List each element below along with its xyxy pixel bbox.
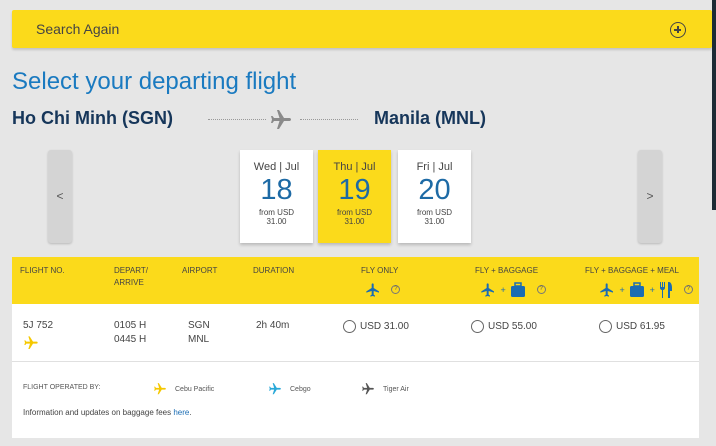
flight-table-footer: FLIGHT OPERATED BY: Cebu Pacific Cebgo T… [12, 362, 699, 438]
date-price-value: 31.00 [266, 217, 287, 226]
baggage-fees-link[interactable]: here [173, 408, 189, 417]
baggage-info-text: Information and updates on baggage fees … [23, 408, 192, 417]
search-again-bar[interactable]: Search Again [12, 10, 712, 48]
header-fly-only: FLY ONLY [361, 266, 399, 275]
page-title: Select your departing flight [12, 68, 297, 95]
header-arrive: ARRIVE [114, 278, 144, 287]
date-day: 19 [338, 174, 371, 206]
fly-only-icons: ? [365, 281, 401, 299]
table-row: 5J 752 0105 H 0445 H SGN MNL 2h 40m USD … [12, 304, 699, 362]
date-weekday: Wed | Jul [253, 161, 300, 173]
plus-sign-icon: + [649, 284, 655, 295]
airplane-icon [481, 283, 494, 297]
depart-time: 0105 H [114, 320, 147, 331]
header-depart: DEPART/ [114, 266, 148, 275]
fare-option-fly-baggage[interactable]: USD 55.00 [471, 320, 537, 333]
header-flight-no: FLIGHT NO. [20, 266, 65, 275]
carrier-name: Cebgo [290, 385, 311, 393]
flight-table-header: FLIGHT NO. DEPART/ ARRIVE AIRPORT DURATI… [12, 257, 699, 304]
tiger-air-airplane-icon [362, 383, 374, 395]
plus-sign-icon: + [619, 284, 625, 295]
previous-dates-button[interactable]: < [48, 150, 72, 243]
date-price-value: 31.00 [344, 217, 365, 226]
date-card-thu-19[interactable]: Thu | Jul 19 from USD 31.00 [318, 150, 391, 243]
header-duration: DURATION [253, 266, 295, 275]
origin-city: Ho Chi Minh (SGN) [12, 108, 173, 128]
flight-table: FLIGHT NO. DEPART/ ARRIVE AIRPORT DURATI… [12, 257, 699, 438]
airplane-icon [600, 283, 613, 297]
fare-price: USD 55.00 [488, 321, 537, 333]
carrier-cebgo: Cebgo [268, 382, 311, 396]
carrier-cebu-pacific: Cebu Pacific [153, 382, 214, 396]
airports: SGN MNL [188, 319, 210, 347]
cebu-pacific-airplane-icon [24, 336, 38, 349]
date-price-value: 31.00 [424, 217, 445, 226]
route-divider [208, 119, 266, 120]
date-price-label: from USD [336, 208, 373, 217]
baggage-icon [511, 282, 526, 297]
date-price-label: from USD [416, 208, 453, 217]
depart-arrive-times: 0105 H 0445 H [114, 319, 146, 347]
baggage-info-label: Information and updates on baggage fees [23, 408, 174, 417]
airplane-icon [366, 283, 379, 297]
search-again-label: Search Again [36, 21, 120, 37]
arrive-time: 0445 H [114, 334, 147, 345]
airplane-icon [271, 110, 291, 129]
cebgo-airplane-icon [269, 383, 281, 395]
carrier-name: Cebu Pacific [175, 385, 215, 393]
airport-to: MNL [188, 334, 210, 345]
header-fly-baggage-meal: FLY + BAGGAGE + MEAL [585, 266, 679, 275]
cebu-pacific-airplane-icon [154, 383, 166, 395]
plus-circle-icon[interactable] [670, 22, 686, 38]
date-price-label: from USD [258, 208, 295, 217]
fly-baggage-meal-icons: + + ? [599, 281, 693, 299]
flight-number: 5J 752 [23, 320, 54, 331]
next-dates-button[interactable]: > [638, 150, 662, 243]
help-icon[interactable]: ? [536, 285, 546, 295]
carrier-tiger-air: Tiger Air [361, 382, 409, 396]
fare-price: USD 31.00 [360, 321, 409, 333]
date-card-fri-20[interactable]: Fri | Jul 20 from USD 31.00 [398, 150, 471, 243]
fare-radio[interactable] [471, 320, 484, 333]
fare-radio[interactable] [343, 320, 356, 333]
header-depart-arrive: DEPART/ ARRIVE [114, 265, 148, 289]
carrier-name: Tiger Air [383, 385, 409, 393]
header-airport: AIRPORT [182, 266, 218, 275]
airport-from: SGN [188, 320, 210, 331]
fare-option-fly-baggage-meal[interactable]: USD 61.95 [599, 320, 665, 333]
baggage-icon [630, 282, 645, 297]
baggage-info-end: . [189, 408, 192, 417]
fly-baggage-icons: + ? [480, 281, 546, 299]
page-edge [712, 0, 716, 210]
route-summary: Ho Chi Minh (SGN) Manila (MNL) [12, 108, 512, 132]
header-fly-baggage: FLY + BAGGAGE [475, 266, 539, 275]
help-icon[interactable]: ? [391, 285, 401, 295]
plus-sign-icon: + [500, 284, 506, 295]
fork-knife-icon [660, 281, 673, 298]
route-divider [300, 119, 358, 120]
date-weekday: Thu | Jul [333, 161, 376, 173]
date-day: 18 [260, 174, 293, 206]
fare-radio[interactable] [599, 320, 612, 333]
date-day: 20 [418, 174, 451, 206]
flight-duration: 2h 40m [256, 320, 290, 331]
date-card-wed-18[interactable]: Wed | Jul 18 from USD 31.00 [240, 150, 313, 243]
date-weekday: Fri | Jul [416, 161, 453, 173]
destination-city: Manila (MNL) [374, 108, 486, 128]
fare-option-fly-only[interactable]: USD 31.00 [343, 320, 409, 333]
operated-by-label: FLIGHT OPERATED BY: [23, 384, 101, 391]
fare-price: USD 61.95 [616, 321, 665, 333]
help-icon[interactable]: ? [683, 285, 693, 295]
